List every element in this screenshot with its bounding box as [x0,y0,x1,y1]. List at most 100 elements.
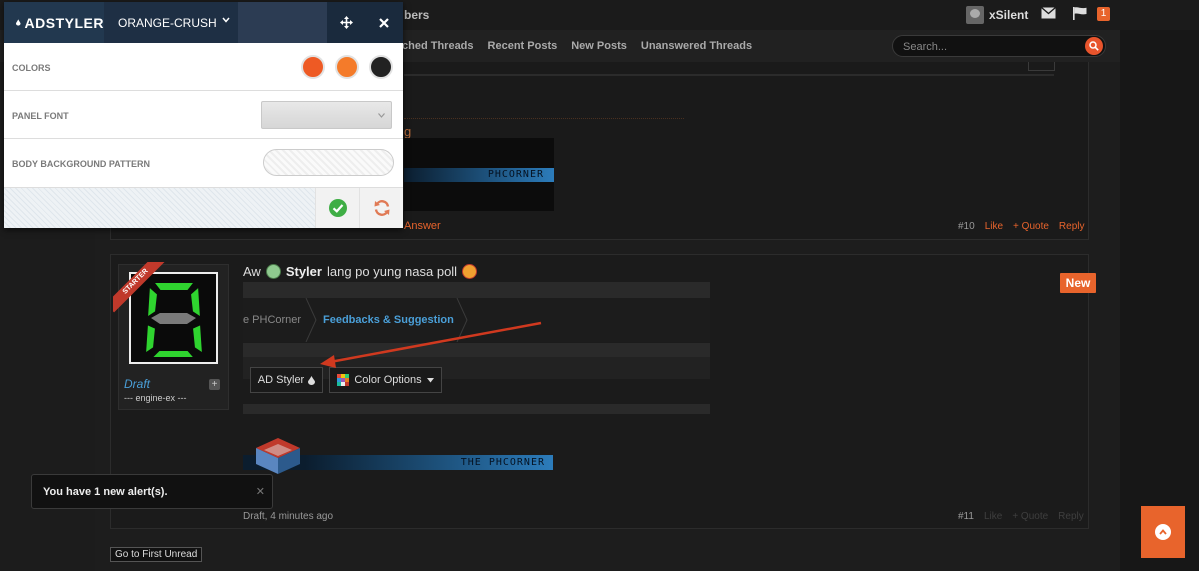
theme-select-value: ORANGE-CRUSH [118,15,217,30]
user-name: xSilent [989,8,1029,22]
post-10-banner-text: PHCORNER [487,169,544,180]
color-options-label: Color Options [354,374,422,386]
tongue-emoji-icon [462,264,478,279]
post-10-quote-link[interactable]: + Quote [1013,221,1049,232]
logo-ad-text: AD [24,14,46,31]
breadcrumb-fragment: bers [404,8,430,22]
new-post-badge: New [1060,273,1096,293]
move-arrows-icon [339,16,353,29]
crumb-phcorner: e PHCorner [243,314,302,326]
post-11-banner-text: THE PHCORNER [460,457,545,468]
close-icon [379,17,389,28]
post-11-author-title: --- engine-ex --- [124,393,187,403]
screenshot-bar [243,343,710,357]
expand-user-icon[interactable]: + [209,379,220,390]
crumb-feedbacks: Feedbacks & Suggestion [323,314,454,326]
ad-styler-panel: ADSTYLER ORANGE-CRUSH COLORS PANEL FONT … [4,2,403,228]
post-11-number[interactable]: #11 [958,511,974,522]
post-10-footer: #10 Like + Quote Reply [958,221,1084,232]
post-10-text-fragment: g [404,124,412,139]
message-bold-word: Styler [285,264,322,279]
panel-font-label: PANEL FONT [12,111,69,121]
starter-ribbon-text: STARTER [113,262,165,313]
droplet-icon [308,375,316,385]
alert-suffix: new alert(s). [103,486,168,498]
color-options-button: Color Options [329,367,442,393]
post-11-author[interactable]: Draft [124,377,150,391]
post-11-message: Aw Styler lang po yung nasa poll [243,264,478,279]
refresh-icon [374,200,389,216]
post-10-divider [404,74,1054,76]
move-panel-button[interactable] [327,2,365,43]
reset-button[interactable] [359,188,403,228]
post-11-reply-link[interactable]: Reply [1058,511,1084,522]
message-suffix: lang po yung nasa poll [326,264,458,279]
nav-link-watched-threads[interactable]: ched Threads [402,40,474,52]
ad-styler-footer [4,188,403,228]
post-10-answer-link[interactable]: Answer [404,220,441,232]
user-menu[interactable]: xSilent [966,5,1028,25]
droplet-icon [16,19,21,26]
message-prefix: Aw [243,264,261,279]
ad-styler-header: ADSTYLER ORANGE-CRUSH [4,2,403,43]
caret-down-icon [426,377,434,382]
crumb-separator-icon [305,298,317,342]
crumb-separator-icon [456,298,468,342]
go-to-first-unread-button[interactable]: Go to First Unread [110,547,203,562]
user-avatar [966,6,984,24]
post-10-banner-image: PHCORNER [404,138,554,211]
post-11-quote-link[interactable]: + Quote [1012,511,1048,522]
colors-row: COLORS [4,43,403,91]
chevron-down-icon [222,17,230,23]
search-button[interactable] [1085,37,1103,55]
theme-select[interactable]: ORANGE-CRUSH [104,2,238,43]
chevron-down-icon [378,113,385,118]
envelope-icon[interactable] [1041,7,1056,19]
search-box [892,35,1106,57]
body-bg-row: BODY BACKGROUND PATTERN [4,139,403,188]
panel-font-select[interactable] [261,101,392,129]
alert-count: 1 [94,486,101,498]
nav-link-unanswered-threads[interactable]: Unanswered Threads [641,40,752,52]
alert-prefix: You have [43,486,92,498]
ad-styler-button: AD Styler [250,367,323,393]
screenshot-header-bar [243,282,710,298]
alert-toast[interactable]: You have 1 new alert(s). ✕ [31,474,273,509]
alert-close-icon[interactable]: ✕ [256,485,265,498]
chevron-up-icon [1155,524,1171,540]
color-swatch-tertiary[interactable] [369,55,393,79]
search-input[interactable] [903,39,1073,54]
search-icon [1089,41,1099,51]
flag-icon[interactable] [1073,7,1087,20]
cube-logo-icon [256,438,300,474]
color-swatch-primary[interactable] [301,55,325,79]
post-10-dotted-rule [404,118,684,119]
apply-button[interactable] [315,188,359,228]
post-10-quote-box [1028,62,1055,71]
alert-text: You have 1 new alert(s). [43,486,168,498]
logo-styler-text: STYLER [45,14,104,31]
panel-font-row: PANEL FONT [4,91,403,139]
close-panel-button[interactable] [365,2,403,43]
palette-icon [337,374,350,386]
post-10-reply-link[interactable]: Reply [1059,221,1085,232]
color-swatch-secondary[interactable] [335,55,359,79]
ad-styler-label: AD Styler [257,374,305,386]
check-circle-icon [328,199,347,217]
scroll-to-top-button[interactable] [1141,506,1185,558]
post-11-footer: #11 Like + Quote Reply [958,511,1084,522]
nav-link-recent-posts[interactable]: Recent Posts [488,40,558,52]
starter-ribbon: STARTER [113,262,165,314]
screenshot-bar-bottom [243,404,710,414]
post-11-like-link[interactable]: Like [984,511,1002,522]
nav-link-new-posts[interactable]: New Posts [571,40,627,52]
post-10-like-link[interactable]: Like [985,221,1003,232]
post-10-number[interactable]: #10 [958,221,975,232]
alerts-count-badge[interactable]: 1 [1097,7,1110,21]
screenshot-breadcrumbs: e PHCorner Feedbacks & Suggestion [243,298,710,342]
grin-emoji-icon [265,264,281,279]
post-11-meta: Draft, 4 minutes ago [243,511,334,522]
colors-label: COLORS [12,63,51,73]
background-pattern-picker[interactable] [263,149,394,176]
ad-styler-logo: ADSTYLER [4,2,104,43]
